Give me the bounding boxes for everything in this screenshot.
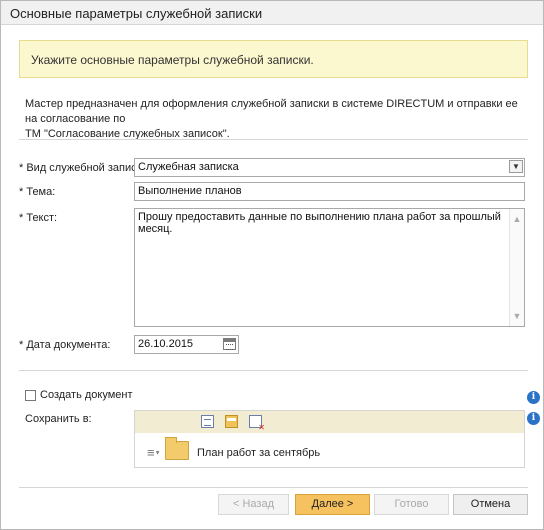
info-icon[interactable]: i (527, 412, 540, 425)
next-button[interactable]: Далее > (295, 494, 370, 515)
text-value: Прошу предоставить данные по выполнению … (138, 211, 501, 235)
info-icon[interactable]: i (527, 391, 540, 404)
window-title: Основные параметры служебной записки (1, 1, 543, 25)
hint-banner: Укажите основные параметры служебной зап… (19, 40, 528, 78)
save-location-panel: ≡▼ План работ за сентябрь (134, 410, 525, 468)
subject-value: Выполнение планов (138, 185, 242, 197)
card-icon[interactable] (201, 415, 214, 428)
memo-type-label: * Вид служебной записки: (19, 162, 151, 174)
doc-date-value: 26.10.2015 (138, 338, 194, 350)
subject-label: * Тема: (19, 186, 56, 198)
doc-date-label: * Дата документа: (19, 339, 111, 351)
subject-input[interactable]: Выполнение планов (134, 182, 525, 201)
create-document-label: Создать документ (40, 389, 133, 401)
divider (19, 139, 528, 140)
description-line-1: Мастер предназначен для оформления служе… (25, 98, 518, 125)
chevron-down-icon[interactable]: ▼ (509, 160, 523, 173)
cancel-button[interactable]: Отмена (453, 494, 528, 515)
dialog-window: Основные параметры служебной записки Ука… (0, 0, 544, 530)
done-button[interactable]: Готово (374, 494, 449, 515)
back-button[interactable]: < Назад (218, 494, 289, 515)
wizard-description: Мастер предназначен для оформления служе… (25, 97, 525, 142)
scroll-up-icon[interactable]: ▲ (510, 211, 524, 227)
divider (19, 487, 528, 488)
menu-icon[interactable]: ≡▼ (147, 446, 161, 460)
scroll-down-icon[interactable]: ▼ (510, 308, 524, 324)
divider (19, 370, 528, 371)
doc-date-input[interactable]: 26.10.2015 (134, 335, 239, 354)
save-to-label: Сохранить в: (25, 413, 92, 425)
memo-type-select[interactable]: Служебная записка ▼ (134, 158, 525, 177)
text-scrollbar[interactable]: ▲ ▼ (509, 209, 524, 326)
folder-icon (165, 437, 189, 460)
save-location-toolbar (135, 411, 524, 433)
text-area[interactable]: Прошу предоставить данные по выполнению … (134, 208, 525, 327)
folder-icon[interactable] (225, 415, 238, 428)
calendar-icon[interactable] (223, 338, 236, 350)
create-document-checkbox[interactable] (25, 390, 36, 401)
save-folder-name[interactable]: План работ за сентябрь (197, 447, 320, 459)
remove-icon[interactable] (249, 415, 265, 432)
text-label: * Текст: (19, 212, 58, 224)
memo-type-value: Служебная записка (138, 161, 239, 173)
